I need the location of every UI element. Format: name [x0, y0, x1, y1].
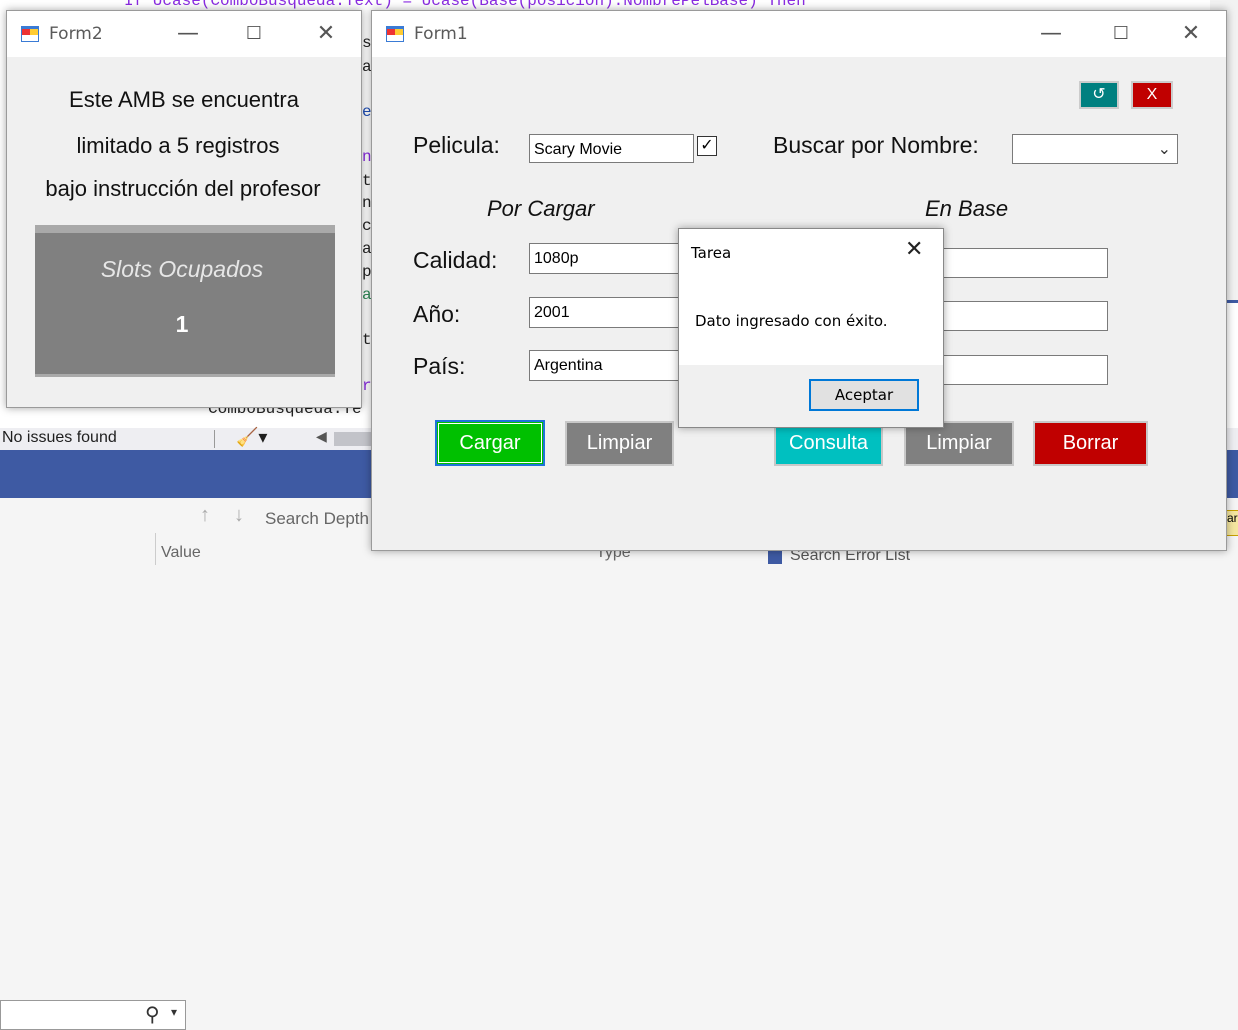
- aceptar-button[interactable]: Aceptar: [809, 379, 919, 411]
- slots-panel: Slots Ocupados 1: [35, 225, 335, 377]
- slots-count: 1: [175, 311, 189, 337]
- borrar-button[interactable]: Borrar: [1033, 421, 1148, 466]
- broom-icon[interactable]: 🧹▾: [236, 427, 267, 448]
- code-line-top: If Ucase(ComboBusqueda.Text) = Ucase(Bas…: [124, 0, 806, 10]
- refresh-button[interactable]: ↺: [1079, 81, 1119, 109]
- cargar-button[interactable]: Cargar: [435, 420, 545, 466]
- minimize-icon[interactable]: —: [165, 11, 211, 57]
- form1-titlebar[interactable]: Form1 — ☐ ✕: [372, 11, 1226, 57]
- search-depth-label[interactable]: Search Depth: [265, 509, 369, 529]
- form2-titlebar[interactable]: Form2 — ☐ ✕: [7, 11, 361, 57]
- pais-select[interactable]: Argentina: [529, 350, 679, 381]
- pelicula-checkbox[interactable]: ✓: [697, 136, 717, 156]
- buscar-select[interactable]: ⌄: [1012, 134, 1178, 164]
- anio-select[interactable]: 2001: [529, 297, 679, 328]
- dialog-body: Tarea ✕ Dato ingresado con éxito.: [679, 229, 943, 365]
- info-line-2: limitado a 5 registros: [76, 133, 280, 158]
- close-icon[interactable]: ✕: [1168, 11, 1214, 57]
- info-line-1: Este AMB se encuentra: [69, 87, 299, 112]
- por-cargar-heading: Por Cargar: [487, 196, 595, 221]
- limpiar-cargar-button[interactable]: Limpiar: [565, 421, 674, 466]
- maximize-icon[interactable]: ☐: [231, 11, 277, 57]
- form2-title: Form2: [49, 24, 103, 44]
- dialog-message: Dato ingresado con éxito.: [695, 312, 888, 330]
- minimize-icon[interactable]: —: [1028, 11, 1074, 57]
- base-pais-field[interactable]: [937, 355, 1108, 385]
- chevron-down-icon: ⌄: [1157, 141, 1171, 158]
- status-text: No issues found: [2, 429, 117, 446]
- column-header-value[interactable]: Value: [161, 544, 201, 562]
- maximize-icon[interactable]: ☐: [1098, 11, 1144, 57]
- pais-value: Argentina: [534, 357, 603, 374]
- base-calidad-field[interactable]: [937, 248, 1108, 278]
- anio-value: 2001: [534, 304, 570, 321]
- calidad-value: 1080p: [534, 250, 579, 267]
- app-icon: [21, 26, 39, 42]
- calidad-select[interactable]: 1080p: [529, 243, 679, 274]
- buscar-label: Buscar por Nombre:: [773, 132, 979, 158]
- refresh-icon: ↺: [1092, 86, 1106, 103]
- horizontal-scrollbar[interactable]: [334, 432, 374, 446]
- dialog-title: Tarea: [691, 244, 732, 262]
- scroll-left-icon[interactable]: ◀: [316, 428, 327, 445]
- arrow-down-icon[interactable]: ↓: [234, 504, 244, 527]
- app-icon: [386, 26, 404, 42]
- slots-label: Slots Ocupados: [100, 256, 264, 282]
- close-x-button[interactable]: X: [1131, 81, 1173, 109]
- divider: [155, 533, 156, 565]
- pelicula-label: Pelicula:: [413, 132, 500, 158]
- form2-window: Form2 — ☐ ✕ Este AMB se encuentra limita…: [6, 10, 362, 408]
- tab-fragment[interactable]: ar: [1226, 510, 1238, 536]
- pais-label: País:: [413, 353, 466, 379]
- base-anio-field[interactable]: [937, 301, 1108, 331]
- info-line-3: bajo instrucción del profesor: [45, 176, 321, 201]
- search-box[interactable]: ⚲ ▾: [0, 1000, 186, 1030]
- message-dialog: Tarea ✕ Dato ingresado con éxito. Acepta…: [678, 228, 944, 428]
- dropdown-icon[interactable]: ▾: [171, 1005, 177, 1019]
- editor-marker: [1226, 300, 1238, 303]
- form1-title: Form1: [414, 24, 468, 44]
- close-icon[interactable]: ✕: [303, 11, 349, 57]
- en-base-heading: En Base: [925, 196, 1009, 221]
- divider: [214, 430, 215, 448]
- pelicula-input[interactable]: Scary Movie: [529, 134, 694, 163]
- arrow-up-icon[interactable]: ↑: [200, 504, 210, 527]
- anio-label: Año:: [413, 301, 461, 327]
- search-icon[interactable]: ⚲: [145, 1002, 160, 1027]
- close-icon[interactable]: ✕: [905, 237, 923, 262]
- calidad-label: Calidad:: [413, 247, 498, 273]
